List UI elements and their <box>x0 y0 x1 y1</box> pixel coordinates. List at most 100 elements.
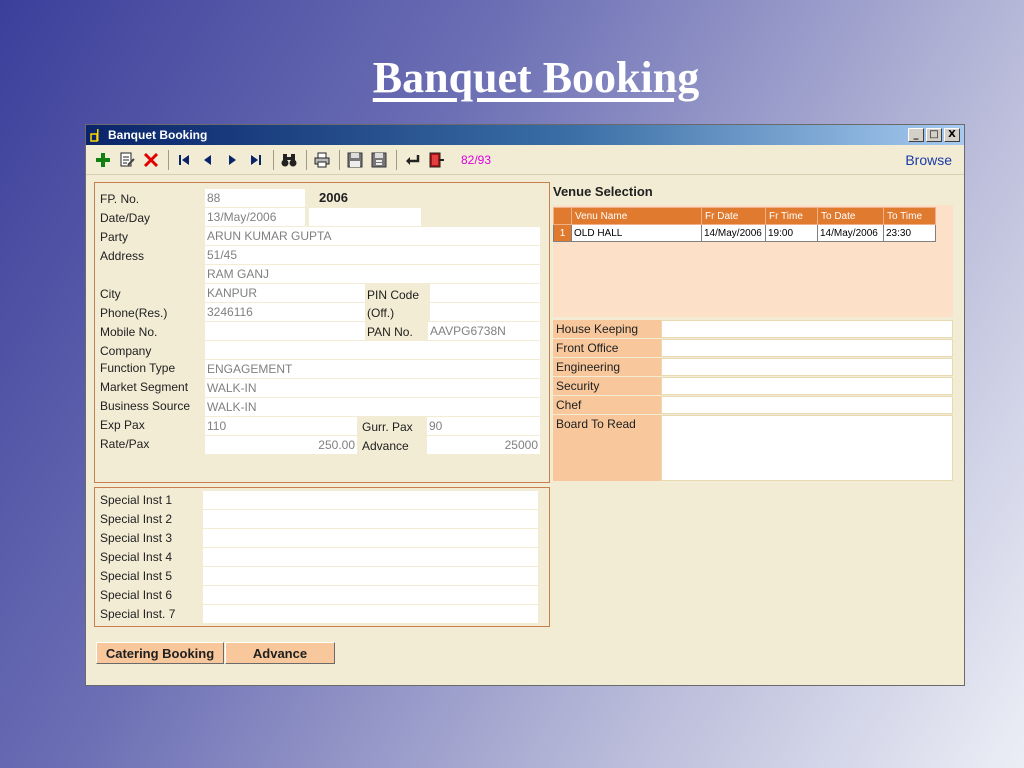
binoculars-icon[interactable] <box>278 149 300 171</box>
security-field[interactable] <box>661 377 953 395</box>
phone-off-field[interactable] <box>430 303 540 321</box>
grid-header-venue-name[interactable]: Venu Name <box>571 207 702 225</box>
list-item: Security <box>553 377 953 396</box>
grid-header-to-date[interactable]: To Date <box>817 207 884 225</box>
previous-record-icon[interactable] <box>197 149 219 171</box>
browse-link[interactable]: Browse <box>905 152 952 168</box>
special-inst-label: Special Inst 4 <box>100 550 173 564</box>
advance-label: Advance <box>362 439 409 453</box>
grid-cell-venue-name[interactable]: OLD HALL <box>571 224 702 242</box>
grid-cell-to-time[interactable]: 23:30 <box>883 224 936 242</box>
grid-cell-to-date[interactable]: 14/May/2006 <box>817 224 884 242</box>
market-segment-label: Market Segment <box>100 380 189 394</box>
address-line1-field[interactable]: 51/45 <box>205 246 540 264</box>
grid-cell-fr-time[interactable]: 19:00 <box>765 224 818 242</box>
venue-grid-area: Venu Name Fr Date Fr Time To Date To Tim… <box>553 205 953 317</box>
booking-details-panel: FP. No. 88 2006 Date/Day 13/May/2006 Par… <box>94 182 550 483</box>
toolbar: 82/93 Browse <box>86 145 964 175</box>
list-item: Chef <box>553 396 953 415</box>
app-icon <box>90 128 102 142</box>
window-title: Banquet Booking <box>108 128 208 142</box>
gurr-pax-field[interactable]: 90 <box>427 417 540 435</box>
day-field[interactable] <box>309 208 421 226</box>
grid-header-to-time[interactable]: To Time <box>883 207 936 225</box>
slide-title: Banquet Booking <box>372 53 700 102</box>
chef-field[interactable] <box>661 396 953 414</box>
add-icon[interactable] <box>92 149 114 171</box>
delete-icon[interactable] <box>140 149 162 171</box>
function-type-label: Function Type <box>100 361 176 375</box>
company-field[interactable] <box>205 341 540 359</box>
special-inst-label: Special Inst 3 <box>100 531 173 545</box>
grid-header-fr-time[interactable]: Fr Time <box>765 207 818 225</box>
list-item: House Keeping <box>553 320 953 339</box>
table-row[interactable]: 1 OLD HALL 14/May/2006 19:00 14/May/2006… <box>553 224 936 242</box>
engineering-label: Engineering <box>553 358 661 376</box>
house-keeping-field[interactable] <box>661 320 953 338</box>
grid-cell-fr-date[interactable]: 14/May/2006 <box>701 224 766 242</box>
special-instructions-panel: Special Inst 1 Special Inst 2 Special In… <box>94 487 550 627</box>
catering-booking-button[interactable]: Catering Booking <box>96 642 224 664</box>
mobile-field[interactable] <box>205 322 365 340</box>
date-field[interactable]: 13/May/2006 <box>205 208 305 226</box>
banquet-booking-window: Banquet Booking _ □ X 82/93 Browse FP. N… <box>85 124 965 686</box>
fp-no-field[interactable]: 88 <box>205 189 305 207</box>
department-notes: House Keeping Front Office Engineering S… <box>553 320 953 482</box>
first-record-icon[interactable] <box>173 149 195 171</box>
address-label: Address <box>100 249 145 263</box>
maximize-button[interactable]: □ <box>926 128 942 142</box>
next-record-icon[interactable] <box>221 149 243 171</box>
exp-pax-field[interactable]: 110 <box>205 417 357 435</box>
last-record-icon[interactable] <box>245 149 267 171</box>
special-inst-field[interactable] <box>203 548 538 566</box>
pan-field[interactable]: AAVPG6738N <box>428 322 540 340</box>
toolbar-separator <box>396 149 397 170</box>
advance-field[interactable]: 25000 <box>427 436 540 454</box>
security-label: Security <box>553 377 661 395</box>
undo-save-icon[interactable] <box>368 149 390 171</box>
save-icon[interactable] <box>344 149 366 171</box>
function-type-field[interactable]: ENGAGEMENT <box>205 360 540 378</box>
business-source-label: Business Source <box>100 399 191 413</box>
city-field[interactable]: KANPUR <box>205 284 365 302</box>
window-titlebar[interactable]: Banquet Booking _ □ X <box>86 125 964 145</box>
exit-door-icon[interactable] <box>425 149 447 171</box>
special-inst-field[interactable] <box>203 491 538 509</box>
front-office-field[interactable] <box>661 339 953 357</box>
venue-selection-title: Venue Selection <box>553 184 653 199</box>
pin-code-field[interactable] <box>430 284 540 302</box>
list-item: Front Office <box>553 339 953 358</box>
pan-label: PAN No. <box>367 325 413 339</box>
grid-cell-rownum: 1 <box>553 224 572 242</box>
list-item: Board To Read <box>553 415 953 482</box>
phone-res-label: Phone(Res.) <box>100 306 168 320</box>
exp-pax-label: Exp Pax <box>100 418 145 432</box>
special-inst-field[interactable] <box>203 567 538 585</box>
special-inst-field[interactable] <box>203 586 538 604</box>
rate-pax-field[interactable]: 250.00 <box>205 436 357 454</box>
special-inst-label: Special Inst 2 <box>100 512 173 526</box>
phone-res-field[interactable]: 3246116 <box>205 303 365 321</box>
special-inst-field[interactable] <box>203 529 538 547</box>
record-counter: 82/93 <box>461 152 492 167</box>
edit-icon[interactable] <box>116 149 138 171</box>
market-segment-field[interactable]: WALK-IN <box>205 379 540 397</box>
fp-no-label: FP. No. <box>100 192 140 206</box>
board-to-read-field[interactable] <box>661 415 953 481</box>
special-inst-label: Special Inst 1 <box>100 493 173 507</box>
advance-button[interactable]: Advance <box>225 642 335 664</box>
special-inst-field[interactable] <box>203 605 538 623</box>
print-icon[interactable] <box>311 149 333 171</box>
toolbar-separator <box>339 149 340 170</box>
venue-grid: Venu Name Fr Date Fr Time To Date To Tim… <box>553 207 936 242</box>
engineering-field[interactable] <box>661 358 953 376</box>
grid-header-fr-date[interactable]: Fr Date <box>701 207 766 225</box>
address-line2-field[interactable]: RAM GANJ <box>205 265 540 283</box>
special-inst-field[interactable] <box>203 510 538 528</box>
house-keeping-label: House Keeping <box>553 320 661 338</box>
minimize-button[interactable]: _ <box>908 128 924 142</box>
party-field[interactable]: ARUN KUMAR GUPTA <box>205 227 540 245</box>
close-button[interactable]: X <box>944 128 960 142</box>
return-icon[interactable] <box>401 149 423 171</box>
business-source-field[interactable]: WALK-IN <box>205 398 540 416</box>
